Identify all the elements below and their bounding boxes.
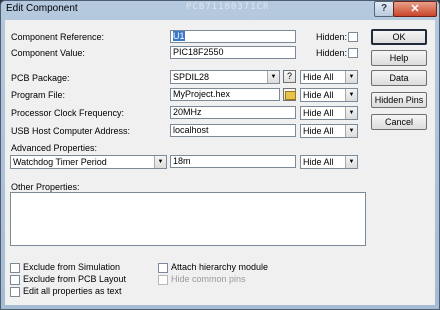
component-value-field[interactable]: PIC18F2550 bbox=[170, 46, 296, 59]
attach-hierarchy-label: Attach hierarchy module bbox=[171, 262, 269, 272]
folder-icon bbox=[285, 91, 296, 100]
help-button[interactable]: Help bbox=[371, 50, 427, 66]
other-properties-textarea[interactable] bbox=[10, 192, 366, 246]
exclude-pcb-checkbox[interactable] bbox=[10, 275, 20, 285]
chevron-down-icon[interactable]: ▼ bbox=[345, 71, 357, 83]
component-reference-value: U1 bbox=[173, 31, 185, 41]
pcb-package-visibility-dropdown[interactable]: Hide All ▼ bbox=[300, 70, 358, 84]
value-hidden-checkbox[interactable] bbox=[348, 48, 358, 58]
chevron-down-icon[interactable]: ▼ bbox=[345, 125, 357, 137]
chevron-down-icon[interactable]: ▼ bbox=[345, 107, 357, 119]
window-title: Edit Component bbox=[6, 3, 78, 14]
advanced-visibility-value: Hide All bbox=[303, 157, 334, 167]
advanced-visibility-dropdown[interactable]: Hide All ▼ bbox=[300, 155, 358, 169]
close-button[interactable]: ✕ bbox=[393, 1, 437, 17]
data-button[interactable]: Data bbox=[371, 70, 427, 86]
chevron-down-icon[interactable]: ▼ bbox=[154, 156, 166, 168]
advanced-property-dropdown[interactable]: Watchdog Timer Period ▼ bbox=[10, 155, 167, 169]
usb-host-field[interactable]: localhost bbox=[170, 124, 296, 137]
program-file-browse-button[interactable] bbox=[283, 88, 296, 101]
component-reference-field[interactable]: U1 bbox=[170, 30, 296, 43]
edit-all-text-checkbox[interactable] bbox=[10, 287, 20, 297]
processor-clock-visibility-value: Hide All bbox=[303, 108, 334, 118]
edit-component-window: Edit Component PCB71180371CR ? ✕ Compone… bbox=[0, 0, 440, 310]
hide-common-pins-label: Hide common pins bbox=[171, 274, 246, 284]
program-file-label: Program File: bbox=[11, 90, 66, 100]
ok-button[interactable]: OK bbox=[371, 29, 427, 45]
value-hidden-label: Hidden: bbox=[316, 48, 348, 58]
processor-clock-label: Processor Clock Frequency: bbox=[11, 108, 125, 118]
chevron-down-icon[interactable]: ▼ bbox=[345, 156, 357, 168]
chevron-down-icon[interactable]: ▼ bbox=[267, 71, 279, 83]
hide-common-pins-checkbox bbox=[158, 275, 168, 285]
exclude-simulation-checkbox[interactable] bbox=[10, 263, 20, 273]
cancel-button[interactable]: Cancel bbox=[371, 114, 427, 130]
pcb-package-visibility-value: Hide All bbox=[303, 72, 334, 82]
title-help-button[interactable]: ? bbox=[374, 1, 394, 17]
exclude-simulation-label: Exclude from Simulation bbox=[23, 262, 121, 272]
program-file-visibility-dropdown[interactable]: Hide All ▼ bbox=[300, 88, 358, 102]
usb-host-visibility-value: Hide All bbox=[303, 126, 334, 136]
title-bar[interactable]: Edit Component PCB71180371CR ? ✕ bbox=[1, 1, 439, 17]
usb-host-visibility-dropdown[interactable]: Hide All ▼ bbox=[300, 124, 358, 138]
chevron-down-icon[interactable]: ▼ bbox=[345, 89, 357, 101]
program-file-visibility-value: Hide All bbox=[303, 90, 334, 100]
edit-all-text-label: Edit all properties as text bbox=[23, 286, 122, 296]
other-properties-label: Other Properties: bbox=[11, 182, 80, 192]
advanced-property-value: Watchdog Timer Period bbox=[13, 157, 107, 167]
processor-clock-visibility-dropdown[interactable]: Hide All ▼ bbox=[300, 106, 358, 120]
dialog-body: Component Reference: U1 Hidden: Componen… bbox=[5, 20, 435, 305]
pcb-package-label: PCB Package: bbox=[11, 73, 70, 83]
pcb-package-value: SPDIL28 bbox=[173, 72, 210, 82]
component-reference-label: Component Reference: bbox=[11, 32, 105, 42]
pcb-package-dropdown[interactable]: SPDIL28 ▼ bbox=[170, 70, 280, 84]
program-file-field[interactable]: MyProject.hex bbox=[170, 88, 280, 101]
pcb-package-browse-button[interactable]: ? bbox=[283, 70, 296, 83]
title-ghost-text: PCB71180371CR bbox=[186, 2, 270, 12]
reference-hidden-label: Hidden: bbox=[316, 32, 348, 42]
exclude-pcb-label: Exclude from PCB Layout bbox=[23, 274, 127, 284]
usb-host-label: USB Host Computer Address: bbox=[11, 126, 131, 136]
hidden-pins-button[interactable]: Hidden Pins bbox=[371, 92, 427, 108]
advanced-value-field[interactable]: 18m bbox=[170, 155, 296, 168]
advanced-properties-label: Advanced Properties: bbox=[11, 143, 98, 153]
component-value-label: Component Value: bbox=[11, 48, 85, 58]
attach-hierarchy-checkbox[interactable] bbox=[158, 263, 168, 273]
reference-hidden-checkbox[interactable] bbox=[348, 32, 358, 42]
processor-clock-field[interactable]: 20MHz bbox=[170, 106, 296, 119]
